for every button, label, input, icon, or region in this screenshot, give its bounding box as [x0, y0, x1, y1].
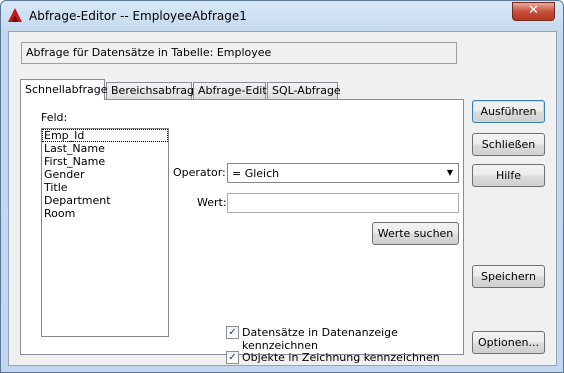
list-item[interactable]: Room: [42, 207, 168, 220]
tab-panel-schnellabfrage: Feld: Emp_Id Last_Name First_Name Gender…: [20, 99, 464, 364]
tab-schnellabfrage[interactable]: Schnellabfrage: [20, 79, 107, 100]
chevron-down-icon: ▼: [446, 168, 453, 177]
operator-select[interactable]: = Gleich ▼: [227, 163, 459, 183]
highlight-objects-label[interactable]: Objekte in Zeichnung kennzeichnen: [242, 351, 440, 364]
options-button[interactable]: Optionen...: [472, 331, 545, 354]
highlight-records-checkbox[interactable]: ✓: [226, 326, 239, 339]
list-item[interactable]: Emp_Id: [42, 129, 168, 142]
find-values-button[interactable]: Werte suchen: [372, 222, 459, 245]
operator-label: Operator:: [173, 166, 226, 179]
tab-bereichsabfrage[interactable]: Bereichsabfrage: [106, 82, 201, 99]
field-listbox[interactable]: Emp_Id Last_Name First_Name Gender Title…: [41, 128, 169, 337]
list-item[interactable]: Department: [42, 194, 168, 207]
table-info-text: Abfrage für Datensätze in Tabelle: Emplo…: [26, 46, 272, 59]
autocad-logo-icon: [8, 8, 22, 22]
tab-sql-abfrage[interactable]: SQL-Abfrage: [267, 82, 341, 99]
list-item[interactable]: Gender: [42, 168, 168, 181]
list-item[interactable]: Last_Name: [42, 142, 168, 155]
title-bar[interactable]: Abfrage-Editor -- EmployeeAbfrage1 ✕: [1, 1, 563, 31]
table-info-box: Abfrage für Datensätze in Tabelle: Emplo…: [21, 42, 457, 64]
dialog-client-area: Abfrage für Datensätze in Tabelle: Emplo…: [8, 31, 557, 366]
value-input[interactable]: [227, 193, 459, 213]
tab-abfrage-editor[interactable]: Abfrage-Editor: [193, 82, 278, 99]
highlight-objects-checkbox[interactable]: ✓: [226, 351, 239, 364]
value-label: Wert:: [197, 196, 227, 209]
save-button[interactable]: Speichern: [472, 265, 545, 288]
window-title: Abfrage-Editor -- EmployeeAbfrage1: [29, 9, 247, 23]
close-window-button[interactable]: ✕: [512, 2, 555, 21]
dialog-window: Abfrage-Editor -- EmployeeAbfrage1 ✕ Abf…: [0, 0, 564, 373]
list-item[interactable]: First_Name: [42, 155, 168, 168]
field-label: Feld:: [41, 111, 68, 124]
list-item[interactable]: Title: [42, 181, 168, 194]
operator-value: = Gleich: [232, 167, 280, 180]
close-button[interactable]: Schließen: [472, 133, 545, 156]
execute-button[interactable]: Ausführen: [472, 100, 545, 123]
highlight-records-label[interactable]: Datensätze in Datenanzeige kennzeichnen: [242, 326, 463, 352]
help-button[interactable]: Hilfe: [472, 164, 545, 187]
